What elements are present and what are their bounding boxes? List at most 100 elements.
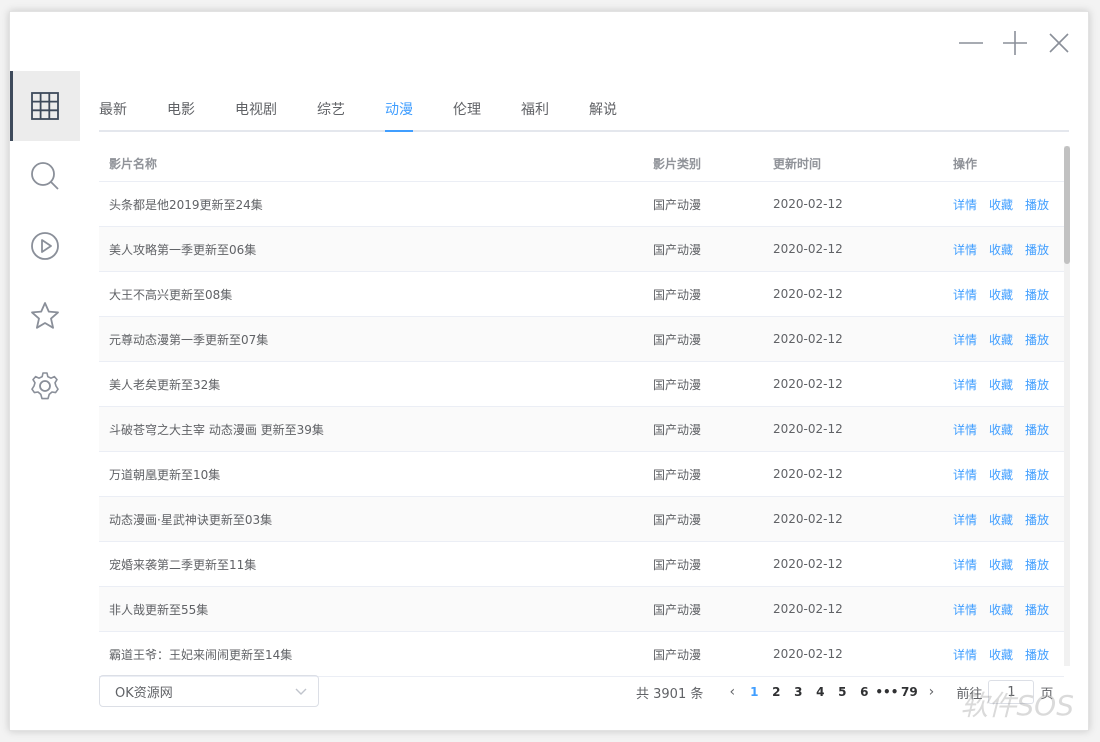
detail-link[interactable]: 详情 — [953, 466, 977, 483]
table-row: 霸道王爷：王妃来闹闹更新至14集 国产动漫 2020-02-12 详情 收藏 播放 — [99, 632, 1064, 677]
detail-link[interactable]: 详情 — [953, 331, 977, 348]
cell-ops: 详情 收藏 播放 — [943, 466, 1064, 483]
cell-time: 2020-02-12 — [773, 377, 843, 391]
sidebar-item-favorites[interactable] — [10, 281, 80, 351]
page-number[interactable]: 6 — [853, 685, 875, 699]
sidebar-item-search[interactable] — [10, 141, 80, 211]
cell-name: 美人攻略第一季更新至06集 — [109, 242, 257, 257]
header-name: 影片名称 — [109, 157, 158, 171]
minus-icon — [959, 42, 983, 44]
cell-name: 头条都是他2019更新至24集 — [109, 197, 263, 212]
favorite-link[interactable]: 收藏 — [989, 196, 1013, 213]
favorite-link[interactable]: 收藏 — [989, 331, 1013, 348]
scrollbar-thumb[interactable] — [1064, 146, 1070, 264]
cell-type: 国产动漫 — [653, 647, 702, 662]
next-page-button[interactable]: › — [920, 684, 942, 700]
cell-type: 国产动漫 — [653, 332, 702, 347]
table-row: 动态漫画·星武神诀更新至03集 国产动漫 2020-02-12 详情 收藏 播放 — [99, 497, 1064, 542]
detail-link[interactable]: 详情 — [953, 286, 977, 303]
table-scrollbar[interactable] — [1064, 146, 1070, 666]
play-link[interactable]: 播放 — [1025, 241, 1049, 258]
cell-time: 2020-02-12 — [773, 287, 843, 301]
source-select[interactable]: OK资源网 — [99, 675, 319, 707]
tab-6[interactable]: 福利 — [521, 98, 549, 130]
detail-link[interactable]: 详情 — [953, 556, 977, 573]
maximize-button[interactable] — [1000, 28, 1030, 58]
page-number[interactable]: 1 — [743, 685, 765, 699]
detail-link[interactable]: 详情 — [953, 601, 977, 618]
table-row: 非人哉更新至55集 国产动漫 2020-02-12 详情 收藏 播放 — [99, 587, 1064, 632]
cell-time: 2020-02-12 — [773, 647, 843, 661]
cell-type: 国产动漫 — [653, 197, 702, 212]
favorite-link[interactable]: 收藏 — [989, 646, 1013, 663]
cell-ops: 详情 收藏 播放 — [943, 331, 1064, 348]
sidebar-item-play[interactable] — [10, 211, 80, 281]
favorite-link[interactable]: 收藏 — [989, 601, 1013, 618]
detail-link[interactable]: 详情 — [953, 646, 977, 663]
play-link[interactable]: 播放 — [1025, 331, 1049, 348]
table-row: 斗破苍穹之大主宰 动态漫画 更新至39集 国产动漫 2020-02-12 详情 收藏 播放 — [99, 407, 1064, 452]
page-number[interactable]: 79 — [898, 685, 920, 699]
table-row: 头条都是他2019更新至24集 国产动漫 2020-02-12 详情 收藏 播放 — [99, 182, 1064, 227]
play-link[interactable]: 播放 — [1025, 466, 1049, 483]
window-controls — [956, 28, 1074, 58]
cell-name: 动态漫画·星武神诀更新至03集 — [109, 512, 273, 527]
favorite-link[interactable]: 收藏 — [989, 511, 1013, 528]
detail-link[interactable]: 详情 — [953, 421, 977, 438]
grid-icon — [31, 92, 59, 120]
favorite-link[interactable]: 收藏 — [989, 241, 1013, 258]
cell-ops: 详情 收藏 播放 — [943, 511, 1064, 528]
play-link[interactable]: 播放 — [1025, 646, 1049, 663]
play-link[interactable]: 播放 — [1025, 556, 1049, 573]
cell-type: 国产动漫 — [653, 422, 702, 437]
page-number[interactable]: 2 — [765, 685, 787, 699]
sidebar-item-list[interactable] — [10, 71, 80, 141]
category-tabs: 最新 电影 电视剧 综艺 动漫 伦理 福利 解说 — [99, 98, 1069, 132]
detail-link[interactable]: 详情 — [953, 376, 977, 393]
favorite-link[interactable]: 收藏 — [989, 286, 1013, 303]
table-row: 美人攻略第一季更新至06集 国产动漫 2020-02-12 详情 收藏 播放 — [99, 227, 1064, 272]
sidebar-item-settings[interactable] — [10, 351, 80, 421]
tab-7[interactable]: 解说 — [589, 98, 617, 130]
cell-ops: 详情 收藏 播放 — [943, 601, 1064, 618]
tab-2[interactable]: 电视剧 — [235, 98, 277, 130]
page-number[interactable]: 4 — [809, 685, 831, 699]
cell-ops: 详情 收藏 播放 — [943, 646, 1064, 663]
cell-name: 元尊动态漫第一季更新至07集 — [109, 332, 269, 347]
cell-name: 非人哉更新至55集 — [109, 602, 209, 617]
play-link[interactable]: 播放 — [1025, 601, 1049, 618]
play-link[interactable]: 播放 — [1025, 376, 1049, 393]
cell-type: 国产动漫 — [653, 467, 702, 482]
close-button[interactable] — [1044, 28, 1074, 58]
tab-1[interactable]: 电影 — [167, 98, 195, 130]
chevron-down-icon — [295, 688, 307, 695]
favorite-link[interactable]: 收藏 — [989, 376, 1013, 393]
play-link[interactable]: 播放 — [1025, 421, 1049, 438]
tab-4[interactable]: 动漫 — [385, 98, 413, 132]
play-link[interactable]: 播放 — [1025, 286, 1049, 303]
tab-0[interactable]: 最新 — [99, 98, 127, 130]
cell-time: 2020-02-12 — [773, 557, 843, 571]
prev-page-button[interactable]: ‹ — [721, 684, 743, 700]
minimize-button[interactable] — [956, 28, 986, 58]
cell-time: 2020-02-12 — [773, 602, 843, 616]
page-number[interactable]: 5 — [831, 685, 853, 699]
search-icon — [31, 162, 59, 190]
detail-link[interactable]: 详情 — [953, 511, 977, 528]
tab-5[interactable]: 伦理 — [453, 98, 481, 130]
detail-link[interactable]: 详情 — [953, 241, 977, 258]
favorite-link[interactable]: 收藏 — [989, 466, 1013, 483]
detail-link[interactable]: 详情 — [953, 196, 977, 213]
favorite-link[interactable]: 收藏 — [989, 556, 1013, 573]
page-number[interactable]: 3 — [787, 685, 809, 699]
cell-type: 国产动漫 — [653, 377, 702, 392]
tab-3[interactable]: 综艺 — [317, 98, 345, 130]
cell-name: 大王不高兴更新至08集 — [109, 287, 233, 302]
cell-type: 国产动漫 — [653, 602, 702, 617]
play-link[interactable]: 播放 — [1025, 196, 1049, 213]
page-ellipsis[interactable]: ••• — [875, 685, 898, 699]
cell-ops: 详情 收藏 播放 — [943, 286, 1064, 303]
cell-ops: 详情 收藏 播放 — [943, 196, 1064, 213]
play-link[interactable]: 播放 — [1025, 511, 1049, 528]
favorite-link[interactable]: 收藏 — [989, 421, 1013, 438]
